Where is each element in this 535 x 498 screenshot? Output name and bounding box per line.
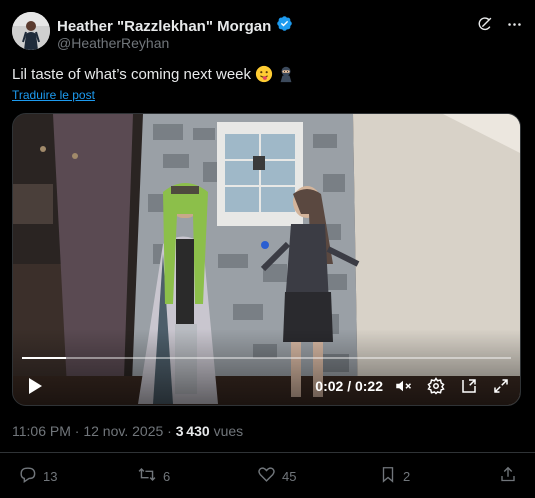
tweet-body: Lil taste of what’s coming next week: [12, 65, 252, 83]
video-frame: [13, 114, 520, 405]
settings-icon[interactable]: [427, 377, 445, 395]
avatar[interactable]: [12, 12, 50, 50]
bookmark-count: 2: [403, 468, 411, 484]
drooling-tongue-face-emoji: [255, 65, 273, 83]
tweet-date[interactable]: 12 nov. 2025: [83, 423, 163, 439]
action-bar: 13 6 45 2: [0, 465, 535, 487]
play-icon[interactable]: [27, 377, 43, 400]
repost-button[interactable]: 6: [137, 465, 170, 487]
divider: [0, 452, 535, 453]
reply-button[interactable]: 13: [18, 465, 57, 487]
reply-icon: [18, 465, 37, 487]
views-count: 3 430: [175, 423, 210, 439]
like-count: 45: [282, 468, 297, 484]
fullscreen-icon[interactable]: [492, 377, 510, 395]
video-player[interactable]: 0:02 / 0:22: [12, 113, 521, 406]
bookmark-button[interactable]: 2: [379, 465, 410, 487]
tweet-time[interactable]: 11:06 PM: [12, 423, 71, 439]
repost-icon: [137, 465, 157, 487]
more-icon[interactable]: [505, 15, 523, 33]
tweet-text: Lil taste of what’s coming next week: [12, 65, 295, 83]
views-label: vues: [213, 423, 244, 439]
share-icon: [499, 465, 517, 487]
share-button[interactable]: [499, 465, 517, 487]
video-timecode: 0:02 / 0:22: [315, 378, 383, 394]
tweet-meta: 11:06 PM · 12 nov. 2025 · 3 430 vues: [12, 423, 243, 439]
video-controls: 0:02 / 0:22: [13, 372, 520, 400]
like-button[interactable]: 45: [257, 465, 296, 487]
mute-icon[interactable]: [394, 377, 412, 395]
video-progress-bar[interactable]: [22, 357, 511, 359]
heart-icon: [257, 465, 276, 487]
meta-separator: ·: [74, 423, 80, 439]
repost-count: 6: [163, 468, 171, 484]
reply-count: 13: [43, 468, 58, 484]
author-name-row[interactable]: Heather "Razzlekhan" Morgan: [57, 15, 293, 37]
translate-link[interactable]: Traduire le post: [12, 88, 95, 102]
meta-separator: ·: [167, 423, 172, 439]
author-display-name[interactable]: Heather "Razzlekhan" Morgan: [57, 18, 271, 35]
video-progress-fill: [22, 357, 66, 359]
ninja-emoji: [277, 65, 295, 83]
author-handle[interactable]: @HeatherReyhan: [57, 35, 169, 51]
pip-icon[interactable]: [460, 377, 478, 395]
bookmark-icon: [379, 465, 397, 487]
grok-icon[interactable]: [475, 15, 493, 33]
verified-badge-icon: [276, 15, 293, 37]
tweet-header: Heather "Razzlekhan" Morgan @HeatherReyh…: [12, 12, 523, 52]
